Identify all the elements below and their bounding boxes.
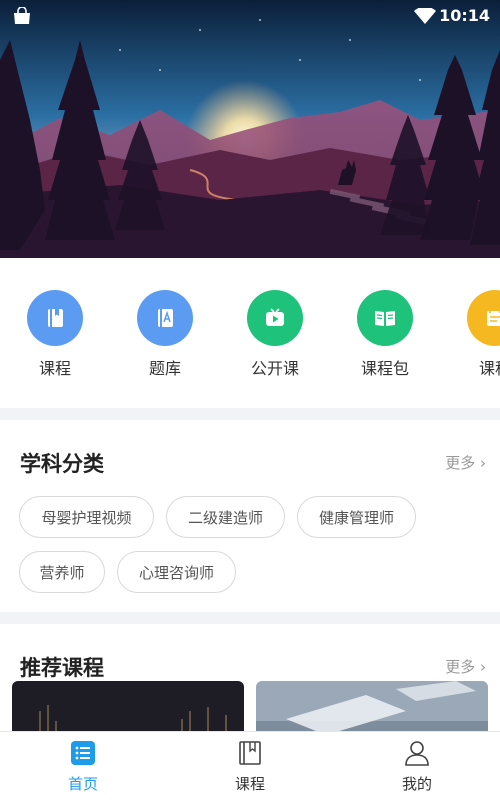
category-label: 公开课 [250, 359, 299, 378]
subject-tag[interactable]: 母婴护理视频 [19, 496, 154, 538]
subject-section: 学科分类 更多 › 母婴护理视频 二级建造师 健康管理师 营养师 心理咨询师 [0, 420, 500, 612]
subject-more-link[interactable]: 更多 › [445, 452, 486, 473]
recommended-section: 推荐课程 更多 › [0, 624, 500, 734]
category-label: 课程 [38, 359, 71, 378]
landscape-illustration [0, 0, 500, 258]
category-row: 课程 题库 公开课 课程包 课程 [0, 258, 500, 408]
category-course-package[interactable]: 课程包 [340, 290, 430, 379]
nav-home[interactable]: 首页 [0, 732, 166, 800]
subject-tag[interactable]: 健康管理师 [297, 496, 416, 538]
nav-label: 首页 [67, 775, 98, 793]
tv-play-icon [247, 290, 303, 346]
category-label: 课程包 [360, 359, 409, 378]
subject-tag[interactable]: 二级建造师 [166, 496, 285, 538]
status-time: 10:14 [439, 6, 490, 25]
course-card-icon [467, 290, 500, 346]
category-course[interactable]: 课程 [10, 290, 100, 379]
recommended-more-link[interactable]: 更多 › [445, 656, 486, 677]
category-question-bank[interactable]: 题库 [120, 290, 210, 379]
status-bar: 10:14 [0, 0, 500, 32]
category-label: 课程 [478, 359, 500, 378]
open-book-icon [357, 290, 413, 346]
night-harbor-thumbnail [12, 681, 244, 734]
course-card[interactable] [256, 681, 488, 734]
category-open-class[interactable]: 公开课 [230, 290, 320, 379]
nav-label: 课程 [234, 775, 265, 793]
nav-me[interactable]: 我的 [334, 732, 500, 800]
section-title: 推荐课程 [20, 656, 104, 680]
category-label: 题库 [148, 359, 181, 378]
subject-tag[interactable]: 营养师 [19, 551, 105, 593]
bottom-nav: 首页 课程 我的 [0, 731, 500, 800]
home-list-icon [71, 741, 95, 765]
nav-courses[interactable]: 课程 [167, 732, 333, 800]
shopping-bag-icon [14, 7, 30, 24]
section-title: 学科分类 [20, 452, 104, 476]
chevron-right-icon: › [480, 454, 486, 472]
question-bank-icon [137, 290, 193, 346]
person-icon [405, 741, 429, 766]
chevron-right-icon: › [480, 658, 486, 676]
course-card[interactable] [12, 681, 244, 734]
subject-tag[interactable]: 心理咨询师 [117, 551, 236, 593]
nav-label: 我的 [401, 775, 432, 793]
category-course-2[interactable]: 课程 [450, 290, 500, 379]
hero-banner[interactable] [0, 0, 500, 258]
light-window-thumbnail [256, 681, 488, 734]
book-icon [27, 290, 83, 346]
wifi-icon [414, 8, 436, 24]
book-outline-icon [239, 741, 261, 765]
